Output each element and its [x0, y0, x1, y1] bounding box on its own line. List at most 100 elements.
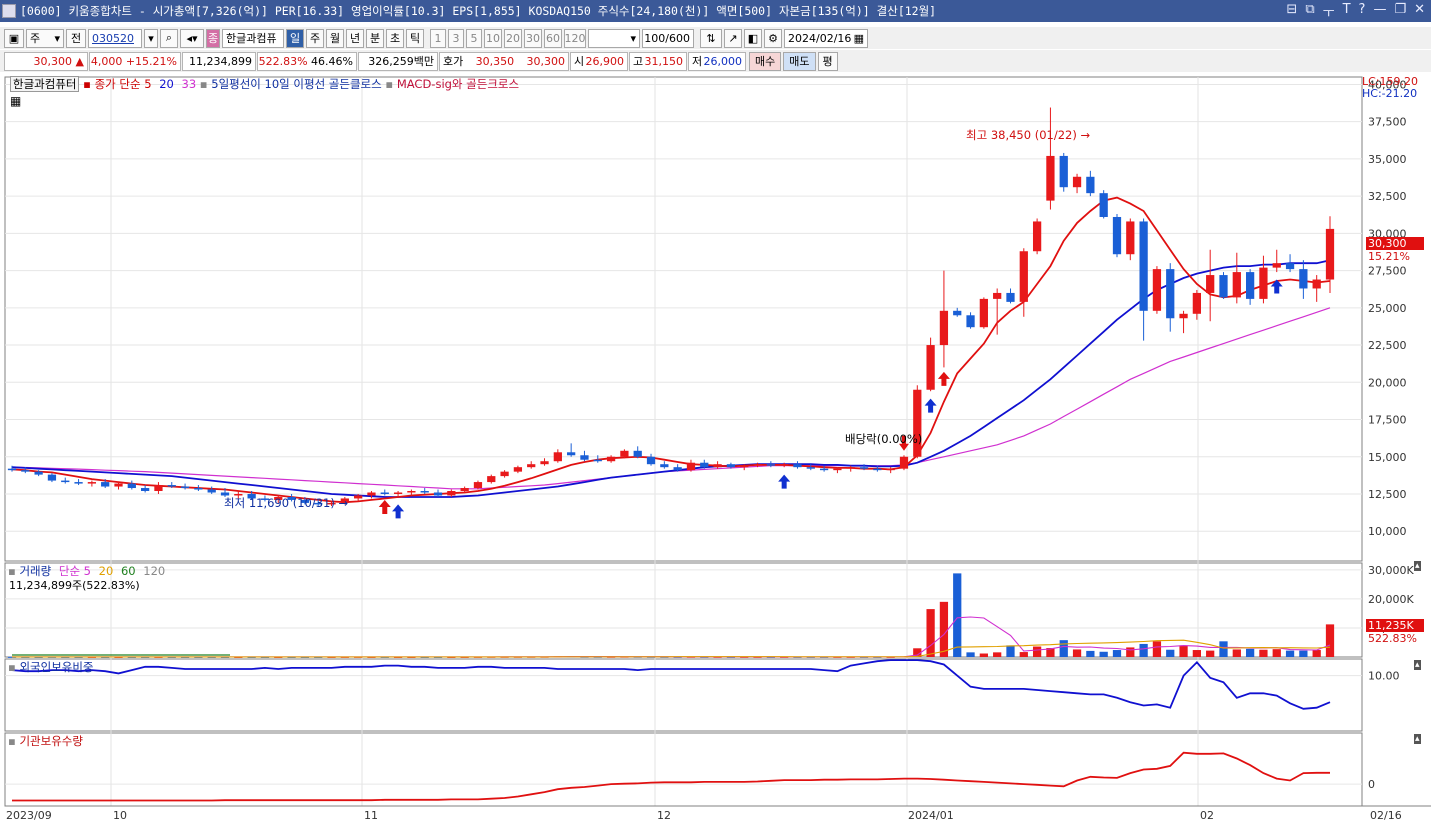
institution-holding-line — [12, 751, 1330, 802]
hc-label: HC:-21.20 — [1362, 87, 1418, 100]
eval-button[interactable]: 평 — [817, 51, 838, 71]
close-icon[interactable]: ✕ — [1414, 2, 1425, 21]
period-select[interactable]: 주 ▾ — [26, 28, 64, 48]
custom-interval-select[interactable]: ▾ — [588, 28, 640, 48]
text-size-icon[interactable]: T — [1343, 2, 1351, 21]
volume-bar — [1232, 649, 1241, 657]
interval-second-tab[interactable]: 초 — [386, 28, 404, 48]
minute-10-button[interactable]: 10 — [484, 28, 502, 48]
prev-button[interactable]: 전 — [66, 28, 86, 48]
sell-button[interactable]: 매도 — [783, 51, 816, 71]
candle-body — [1126, 221, 1135, 255]
minute-5-button[interactable]: 5 — [466, 28, 482, 48]
legend-ma5[interactable]: 종가 단순 5 — [95, 77, 152, 91]
chart-settings-icon[interactable]: ▣ — [4, 28, 24, 48]
volume-bar — [1259, 649, 1268, 657]
search-icon[interactable]: ⌕ — [160, 28, 178, 48]
legend-ma33[interactable]: 33 — [182, 77, 197, 91]
app-icon — [2, 4, 16, 18]
volume-ma5[interactable]: 단순 5 — [59, 564, 91, 578]
legend-signal-golden-cross[interactable]: 5일평선이 10일 이평선 골든클로스 — [211, 77, 381, 91]
interval-minute-tab[interactable]: 분 — [366, 28, 384, 48]
calendar-icon: ▦ — [853, 31, 864, 45]
candle-body — [886, 468, 895, 471]
macd-signal-up-arrow — [924, 398, 937, 413]
drawing-tool-icon[interactable]: ↗ — [724, 28, 742, 48]
minute-3-button[interactable]: 3 — [448, 28, 464, 48]
foreign-panel-close-icon[interactable]: ▴ — [1414, 660, 1421, 670]
candle-body — [806, 467, 815, 469]
volume-bar — [1059, 640, 1068, 657]
volume-bar — [1166, 649, 1175, 657]
volume-ma20[interactable]: 20 — [99, 564, 114, 578]
candle-body — [167, 485, 176, 487]
interval-month-tab[interactable]: 월 — [326, 28, 344, 48]
pin-icon[interactable]: ㅜ — [1323, 2, 1335, 21]
gear-icon[interactable]: ⚙ — [764, 28, 782, 48]
candle-body — [7, 468, 17, 471]
candle-body — [673, 467, 682, 471]
chevron-down-icon: ▾ — [54, 31, 60, 45]
stock-name-field[interactable]: 한글과컴퓨 — [222, 28, 284, 48]
candle-body — [766, 464, 775, 466]
candle-body — [553, 452, 562, 462]
candle-body — [993, 292, 1002, 299]
legend-stock-name[interactable]: 한글과컴퓨터 — [10, 76, 80, 92]
chart-area[interactable]: 10,000 12,500 15,000 17,500 20,000 22,500 25,0… — [0, 73, 1431, 823]
volume-ma120[interactable]: 120 — [143, 564, 165, 578]
chart-svg[interactable]: 10,000 12,500 15,000 17,500 20,000 22,500 25,0… — [0, 73, 1431, 823]
date-input[interactable]: 2024/02/16 ▦ — [784, 28, 868, 48]
price-tick-label: 27,500 — [1368, 265, 1407, 278]
table-icon[interactable]: ▦ — [10, 94, 21, 108]
candle-body — [1299, 269, 1308, 289]
candle-body — [354, 495, 363, 499]
interval-tick-tab[interactable]: 틱 — [406, 28, 424, 48]
candle-type-icon[interactable]: ⇅ — [700, 28, 722, 48]
minute-20-button[interactable]: 20 — [504, 28, 522, 48]
interval-week-tab[interactable]: 주 — [306, 28, 324, 48]
chevron-down-icon: ▾ — [630, 31, 636, 45]
code-dropdown-icon[interactable]: ▾ — [144, 28, 158, 48]
candle-body — [899, 456, 909, 469]
speaker-icon[interactable]: ◂▾ — [180, 28, 204, 48]
maximize-icon[interactable]: ❐ — [1394, 2, 1406, 21]
help-icon[interactable]: ? — [1359, 2, 1366, 21]
volume-title[interactable]: 거래량 — [19, 564, 51, 578]
volume-tick-label: 20,000K — [1368, 593, 1414, 606]
candle-body — [1272, 263, 1281, 268]
split-screen-icon[interactable]: ◧ — [744, 28, 762, 48]
candle-body — [633, 450, 642, 457]
volume-ma60[interactable]: 60 — [121, 564, 136, 578]
foreign-panel — [11, 659, 1331, 710]
institution-title[interactable]: 기관보유수량 — [19, 734, 82, 748]
buy-button[interactable]: 매수 — [749, 51, 782, 71]
minute-120-button[interactable]: 120 — [564, 28, 586, 48]
interval-year-tab[interactable]: 년 — [346, 28, 364, 48]
minute-60-button[interactable]: 60 — [544, 28, 562, 48]
minute-30-button[interactable]: 30 — [524, 28, 542, 48]
candle-body — [939, 310, 949, 346]
display-count-input[interactable]: 100/600 — [642, 28, 694, 48]
candle-body — [713, 464, 722, 468]
legend-ma20[interactable]: 20 — [159, 77, 174, 91]
minimize-icon[interactable]: — — [1373, 2, 1386, 21]
candle-body — [61, 480, 70, 483]
tile-icon[interactable]: ⧉ — [1305, 2, 1314, 21]
candle-body — [34, 471, 43, 475]
stock-code-input[interactable]: 030520 — [88, 28, 142, 48]
candle-body — [580, 455, 589, 460]
volume-bar — [1006, 645, 1015, 657]
volume-bar — [993, 652, 1002, 657]
legend-signal-macd[interactable]: MACD-sig와 골든크로스 — [397, 77, 519, 91]
minute-1-button[interactable]: 1 — [430, 28, 446, 48]
candle-body — [1139, 221, 1148, 311]
restore-layout-icon[interactable]: ⊟ — [1286, 2, 1297, 21]
interval-day-tab[interactable]: 일 — [286, 28, 304, 48]
candle-body — [1285, 263, 1295, 270]
price-tick-label: 25,000 — [1368, 302, 1407, 315]
institution-panel-close-icon[interactable]: ▴ — [1414, 734, 1421, 744]
candle-body — [1072, 176, 1082, 188]
foreign-title[interactable]: 외국인보유비중 — [19, 660, 93, 674]
volume-panel-close-icon[interactable]: ▴ — [1414, 561, 1421, 571]
volume-bar — [1179, 645, 1188, 657]
